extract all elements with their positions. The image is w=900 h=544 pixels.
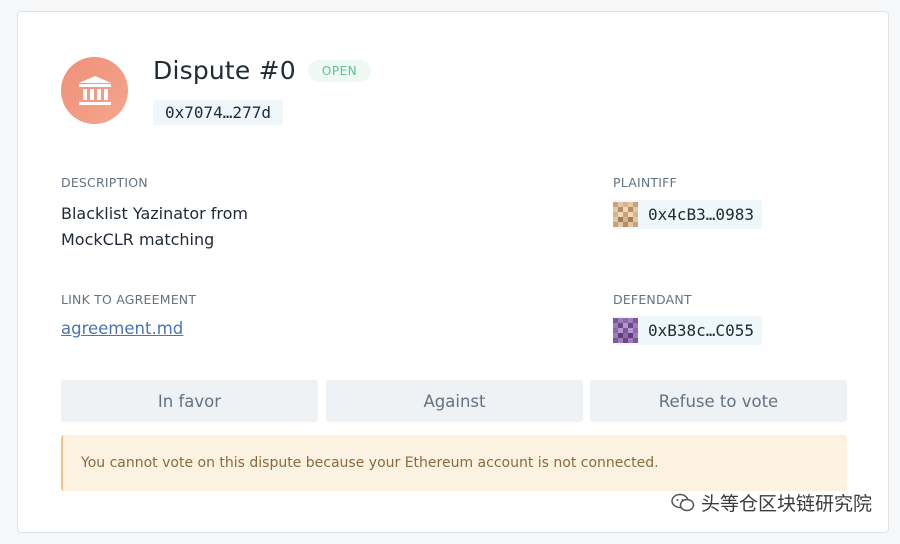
wechat-icon <box>671 493 695 511</box>
agreement-link[interactable]: agreement.md <box>61 319 183 338</box>
institution-icon <box>61 57 128 124</box>
page-title: Dispute #0 <box>153 56 296 85</box>
description-label: DESCRIPTION <box>61 175 148 190</box>
watermark: 头等仓区块链研究院 <box>671 489 872 516</box>
dispute-header: Dispute #0 OPEN <box>153 56 372 85</box>
vote-in-favor-button[interactable]: In favor <box>61 380 318 422</box>
description-text: Blacklist Yazinator from MockCLR matchin… <box>61 201 301 253</box>
agreement-label: LINK TO AGREEMENT <box>61 292 197 307</box>
status-badge: OPEN <box>307 59 372 82</box>
plaintiff-address: 0x4cB3…0983 <box>648 205 754 224</box>
vote-against-button[interactable]: Against <box>326 380 583 422</box>
plaintiff-avatar-icon <box>613 202 638 227</box>
not-connected-notice: You cannot vote on this dispute because … <box>61 435 847 491</box>
plaintiff-identity[interactable]: 0x4cB3…0983 <box>613 200 762 229</box>
defendant-identity[interactable]: 0xB38c…C055 <box>613 316 762 345</box>
plaintiff-label: PLAINTIFF <box>613 175 677 190</box>
defendant-label: DEFENDANT <box>613 292 692 307</box>
description-line-1: Blacklist Yazinator from <box>61 204 248 223</box>
watermark-text: 头等仓区块链研究院 <box>700 493 872 515</box>
dispute-address[interactable]: 0x7074…277d <box>153 100 283 125</box>
refuse-to-vote-button[interactable]: Refuse to vote <box>590 380 847 422</box>
dispute-card: Dispute #0 OPEN 0x7074…277d DESCRIPTION … <box>17 11 889 533</box>
defendant-address: 0xB38c…C055 <box>648 321 754 340</box>
defendant-avatar-icon <box>613 318 638 343</box>
description-line-2: MockCLR matching <box>61 230 215 249</box>
